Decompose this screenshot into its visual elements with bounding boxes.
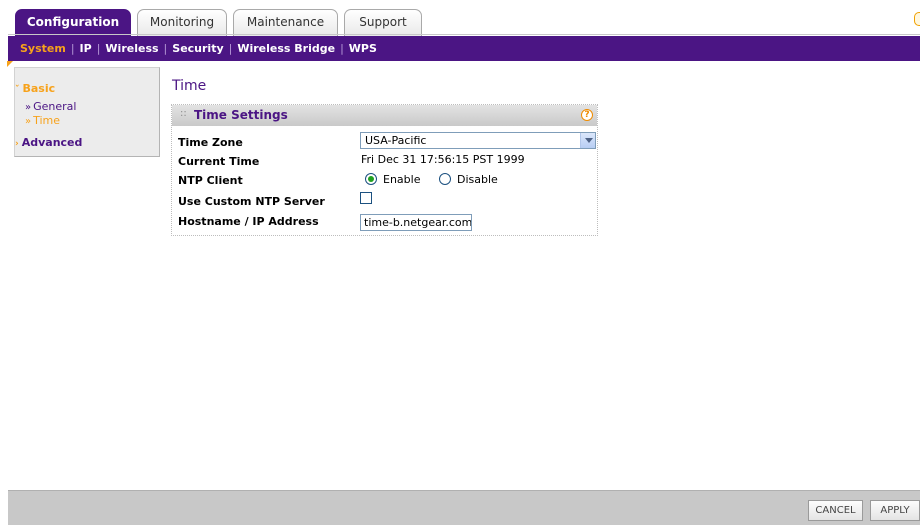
- subnav-wireless-bridge[interactable]: Wireless Bridge: [237, 42, 335, 55]
- subnav-wps[interactable]: WPS: [349, 42, 377, 55]
- page-title: Time: [172, 78, 207, 94]
- left-sidebar: ˇ Basic » General » Time › Advanced: [14, 67, 160, 157]
- sidebar-item-general[interactable]: » General: [25, 100, 76, 113]
- time-zone-label: Time Zone: [178, 136, 243, 149]
- tab-baseline: [8, 34, 920, 35]
- bottom-action-bar: CANCEL APPLY: [8, 490, 920, 525]
- tab-configuration[interactable]: Configuration: [15, 9, 131, 37]
- time-zone-select[interactable]: USA-Pacific: [360, 132, 596, 149]
- double-chevron-right-icon: »: [25, 102, 32, 113]
- sidebar-item-time[interactable]: » Time: [25, 114, 60, 127]
- sidebar-item-general-label: General: [33, 100, 77, 113]
- panel-title: Time Settings: [194, 108, 288, 122]
- tab-maintenance[interactable]: Maintenance: [233, 9, 338, 36]
- chevron-right-icon: ›: [15, 139, 19, 149]
- subnav-separator: |: [163, 42, 168, 55]
- hostname-input[interactable]: time-b.netgear.com: [360, 214, 472, 231]
- cancel-button[interactable]: CANCEL: [808, 500, 863, 521]
- subnav-system[interactable]: System: [20, 42, 66, 55]
- sidebar-item-advanced[interactable]: › Advanced: [15, 136, 82, 149]
- subnav-separator: |: [96, 42, 101, 55]
- sidebar-item-basic-label: Basic: [22, 82, 56, 95]
- ntp-enable-radio[interactable]: [365, 173, 377, 185]
- apply-button[interactable]: APPLY: [870, 500, 920, 521]
- corner-tab-edge: [914, 12, 920, 26]
- current-time-label: Current Time: [178, 155, 260, 168]
- drag-handle-icon: ::: [180, 108, 187, 119]
- custom-ntp-checkbox[interactable]: [360, 192, 372, 204]
- corner-arrow-icon: [7, 61, 13, 67]
- tab-support[interactable]: Support: [344, 9, 422, 36]
- subnav-wireless[interactable]: Wireless: [105, 42, 158, 55]
- panel-header: :: Time Settings ?: [172, 105, 597, 126]
- subnav-security[interactable]: Security: [172, 42, 223, 55]
- ntp-client-label: NTP Client: [178, 174, 243, 187]
- time-settings-panel: :: Time Settings ? Time Zone USA-Pacific…: [171, 104, 598, 236]
- tab-monitoring[interactable]: Monitoring: [137, 9, 227, 36]
- sidebar-item-basic[interactable]: ˇ Basic: [15, 82, 55, 95]
- time-zone-value: USA-Pacific: [365, 134, 427, 147]
- sub-navigation: System | IP | Wireless | Security | Wireless Bri…: [8, 36, 920, 61]
- current-time-value: Fri Dec 31 17:56:15 PST 1999: [361, 153, 525, 166]
- help-icon[interactable]: ?: [581, 109, 593, 121]
- subnav-separator: |: [228, 42, 233, 55]
- top-tab-bar: Configuration Monitoring Maintenance Sup…: [0, 0, 920, 37]
- ntp-disable-radio[interactable]: [439, 173, 451, 185]
- subnav-separator: |: [340, 42, 344, 55]
- double-chevron-right-icon: »: [25, 116, 32, 127]
- sidebar-item-advanced-label: Advanced: [21, 136, 83, 149]
- ntp-disable-label[interactable]: Disable: [457, 173, 498, 186]
- sidebar-item-time-label: Time: [33, 114, 61, 127]
- ntp-enable-label[interactable]: Enable: [383, 173, 420, 186]
- subnav-ip[interactable]: IP: [80, 42, 92, 55]
- hostname-label: Hostname / IP Address: [178, 215, 319, 228]
- subnav-separator: |: [70, 42, 75, 55]
- chevron-down-icon[interactable]: [580, 133, 595, 148]
- chevron-down-icon: ˇ: [15, 85, 20, 95]
- custom-ntp-label: Use Custom NTP Server: [178, 195, 325, 208]
